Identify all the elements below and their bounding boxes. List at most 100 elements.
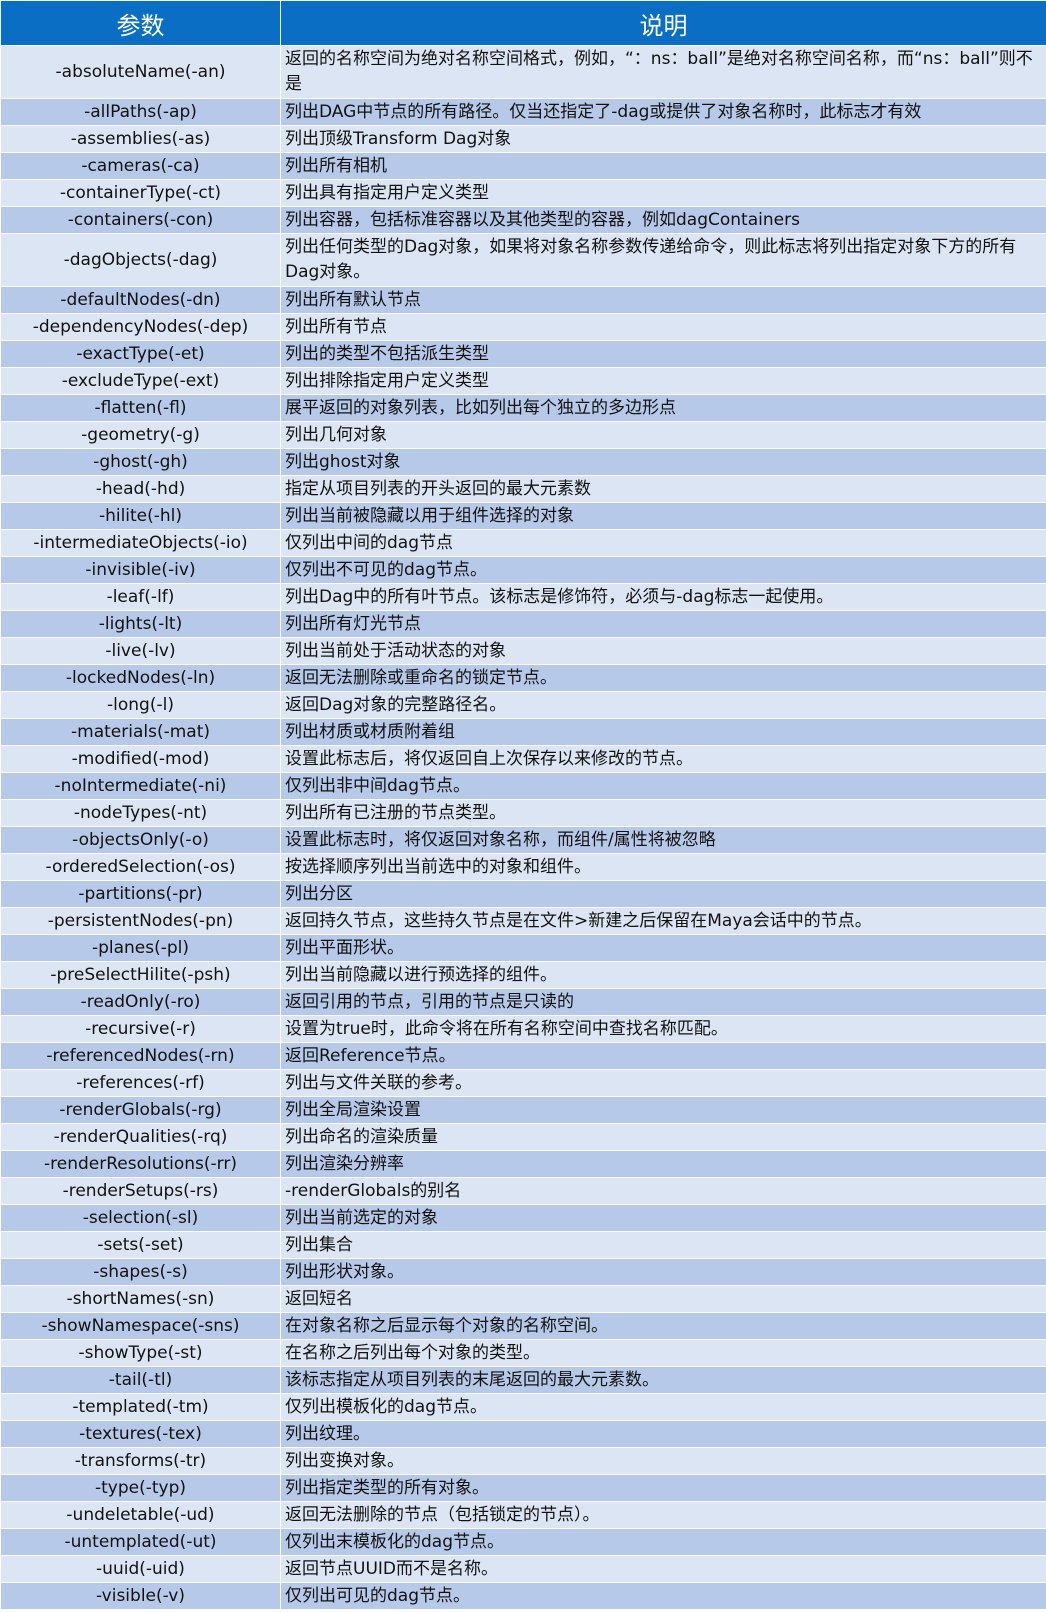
- description-cell: 列出集合: [280, 1231, 1046, 1259]
- table-row: -preSelectHilite(-psh) 列出当前隐藏以进行预选择的组件。: [0, 961, 1046, 989]
- table-row: -showNamespace(-sns) 在对象名称之后显示每个对象的名称空间。: [0, 1312, 1046, 1340]
- param-cell: -lockedNodes(-ln): [0, 664, 281, 692]
- description-cell: 仅列出不可见的dag节点。: [280, 556, 1046, 584]
- param-cell: -orderedSelection(-os): [0, 853, 281, 881]
- description-cell: 指定从项目列表的开头返回的最大元素数: [280, 475, 1046, 503]
- table-row: -geometry(-g) 列出几何对象: [0, 421, 1046, 449]
- description-cell: 列出当前选定的对象: [280, 1204, 1046, 1232]
- table-body: -absoluteName(-an) 返回的名称空间为绝对名称空间格式，例如，“：…: [0, 45, 1046, 1610]
- description-cell: 列出纹理。: [280, 1420, 1046, 1448]
- table-row: -visible(-v) 仅列出可见的dag节点。: [0, 1582, 1046, 1610]
- param-cell: -visible(-v): [0, 1582, 281, 1610]
- description-cell: 列出任何类型的Dag对象，如果将对象名称参数传递给命令，则此标志将列出指定对象下…: [280, 233, 1046, 287]
- table-row: -head(-hd) 指定从项目列表的开头返回的最大元素数: [0, 475, 1046, 503]
- table-row: -leaf(-lf) 列出Dag中的所有叶节点。该标志是修饰符，必须与-dag标志…: [0, 583, 1046, 611]
- table-row: -references(-rf) 列出与文件关联的参考。: [0, 1069, 1046, 1097]
- table-row: -tail(-tl) 该标志指定从项目列表的末尾返回的最大元素数。: [0, 1366, 1046, 1394]
- param-cell: -long(-l): [0, 691, 281, 719]
- table-row: -nodeTypes(-nt) 列出所有已注册的节点类型。: [0, 799, 1046, 827]
- table-row: -hilite(-hl) 列出当前被隐藏以用于组件选择的对象: [0, 502, 1046, 530]
- table-row: -containers(-con) 列出容器，包括标准容器以及其他类型的容器，例如…: [0, 206, 1046, 234]
- param-cell: -uuid(-uid): [0, 1555, 281, 1583]
- table-row: -exactType(-et) 列出的类型不包括派生类型: [0, 340, 1046, 368]
- description-cell: 列出形状对象。: [280, 1258, 1046, 1286]
- table-row: -referencedNodes(-rn) 返回Reference节点。: [0, 1042, 1046, 1070]
- param-cell: -preSelectHilite(-psh): [0, 961, 281, 989]
- table-row: -shortNames(-sn) 返回短名: [0, 1285, 1046, 1313]
- param-cell: -noIntermediate(-ni): [0, 772, 281, 800]
- param-cell: -intermediateObjects(-io): [0, 529, 281, 557]
- table-row: -dagObjects(-dag) 列出任何类型的Dag对象，如果将对象名称参数传…: [0, 233, 1046, 287]
- param-cell: -assemblies(-as): [0, 125, 281, 153]
- description-cell: 列出所有相机: [280, 152, 1046, 180]
- description-cell: 返回短名: [280, 1285, 1046, 1313]
- table-row: -selection(-sl) 列出当前选定的对象: [0, 1204, 1046, 1232]
- description-cell: 设置此标志后，将仅返回自上次保存以来修改的节点。: [280, 745, 1046, 773]
- description-cell: 列出ghost对象: [280, 448, 1046, 476]
- table-row: -shapes(-s) 列出形状对象。: [0, 1258, 1046, 1286]
- param-cell: -cameras(-ca): [0, 152, 281, 180]
- description-cell: 列出具有指定用户定义类型: [280, 179, 1046, 207]
- description-cell: 列出与文件关联的参考。: [280, 1069, 1046, 1097]
- param-cell: -templated(-tm): [0, 1393, 281, 1421]
- param-cell: -partitions(-pr): [0, 880, 281, 908]
- table-row: -defaultNodes(-dn) 列出所有默认节点: [0, 286, 1046, 314]
- table-row: -cameras(-ca) 列出所有相机: [0, 152, 1046, 180]
- column-header-param: 参数: [0, 0, 281, 46]
- description-cell: 按选择顺序列出当前选中的对象和组件。: [280, 853, 1046, 881]
- param-cell: -dagObjects(-dag): [0, 233, 281, 287]
- param-cell: -undeletable(-ud): [0, 1501, 281, 1529]
- description-cell: 仅列出末模板化的dag节点。: [280, 1528, 1046, 1556]
- description-cell: 列出材质或材质附着组: [280, 718, 1046, 746]
- description-cell: 列出当前被隐藏以用于组件选择的对象: [280, 502, 1046, 530]
- description-cell: 返回持久节点，这些持久节点是在文件>新建之后保留在Maya会话中的节点。: [280, 907, 1046, 935]
- description-cell: 列出所有灯光节点: [280, 610, 1046, 638]
- table-row: -objectsOnly(-o) 设置此标志时，将仅返回对象名称，而组件/属性将被…: [0, 826, 1046, 854]
- param-cell: -readOnly(-ro): [0, 988, 281, 1016]
- description-cell: 列出所有默认节点: [280, 286, 1046, 314]
- table-row: -readOnly(-ro) 返回引用的节点，引用的节点是只读的: [0, 988, 1046, 1016]
- param-cell: -exactType(-et): [0, 340, 281, 368]
- description-cell: 列出排除指定用户定义类型: [280, 367, 1046, 395]
- description-cell: 列出命名的渲染质量: [280, 1123, 1046, 1151]
- description-cell: 列出的类型不包括派生类型: [280, 340, 1046, 368]
- description-cell: 列出平面形状。: [280, 934, 1046, 962]
- description-cell: 返回Reference节点。: [280, 1042, 1046, 1070]
- description-cell: 列出几何对象: [280, 421, 1046, 449]
- param-cell: -textures(-tex): [0, 1420, 281, 1448]
- param-cell: -flatten(-fl): [0, 394, 281, 422]
- param-cell: -showNamespace(-sns): [0, 1312, 281, 1340]
- param-cell: -head(-hd): [0, 475, 281, 503]
- table-row: -dependencyNodes(-dep) 列出所有节点: [0, 313, 1046, 341]
- description-cell: 仅列出中间的dag节点: [280, 529, 1046, 557]
- description-cell: 仅列出非中间dag节点。: [280, 772, 1046, 800]
- description-cell: 列出分区: [280, 880, 1046, 908]
- description-cell: 仅列出模板化的dag节点。: [280, 1393, 1046, 1421]
- table-row: -persistentNodes(-pn) 返回持久节点，这些持久节点是在文件>新…: [0, 907, 1046, 935]
- param-cell: -geometry(-g): [0, 421, 281, 449]
- table-row: -uuid(-uid) 返回节点UUID而不是名称。: [0, 1555, 1046, 1583]
- description-cell: 列出容器，包括标准容器以及其他类型的容器，例如dagContainers: [280, 206, 1046, 234]
- description-cell: 仅列出可见的dag节点。: [280, 1582, 1046, 1610]
- param-cell: -renderQualities(-rq): [0, 1123, 281, 1151]
- table-row: -renderQualities(-rq) 列出命名的渲染质量: [0, 1123, 1046, 1151]
- table-row: -lights(-lt) 列出所有灯光节点: [0, 610, 1046, 638]
- param-cell: -recursive(-r): [0, 1015, 281, 1043]
- table-row: -type(-typ) 列出指定类型的所有对象。: [0, 1474, 1046, 1502]
- table-row: -long(-l) 返回Dag对象的完整路径名。: [0, 691, 1046, 719]
- param-cell: -untemplated(-ut): [0, 1528, 281, 1556]
- param-cell: -allPaths(-ap): [0, 98, 281, 126]
- description-cell: 展平返回的对象列表，比如列出每个独立的多边形点: [280, 394, 1046, 422]
- description-cell: 列出当前隐藏以进行预选择的组件。: [280, 961, 1046, 989]
- table-row: -untemplated(-ut) 仅列出末模板化的dag节点。: [0, 1528, 1046, 1556]
- param-cell: -live(-lv): [0, 637, 281, 665]
- param-cell: -invisible(-iv): [0, 556, 281, 584]
- description-cell: 列出指定类型的所有对象。: [280, 1474, 1046, 1502]
- param-cell: -references(-rf): [0, 1069, 281, 1097]
- param-cell: -defaultNodes(-dn): [0, 286, 281, 314]
- param-cell: -type(-typ): [0, 1474, 281, 1502]
- param-cell: -leaf(-lf): [0, 583, 281, 611]
- param-cell: -showType(-st): [0, 1339, 281, 1367]
- description-cell: 返回Dag对象的完整路径名。: [280, 691, 1046, 719]
- column-header-desc: 说明: [280, 0, 1046, 46]
